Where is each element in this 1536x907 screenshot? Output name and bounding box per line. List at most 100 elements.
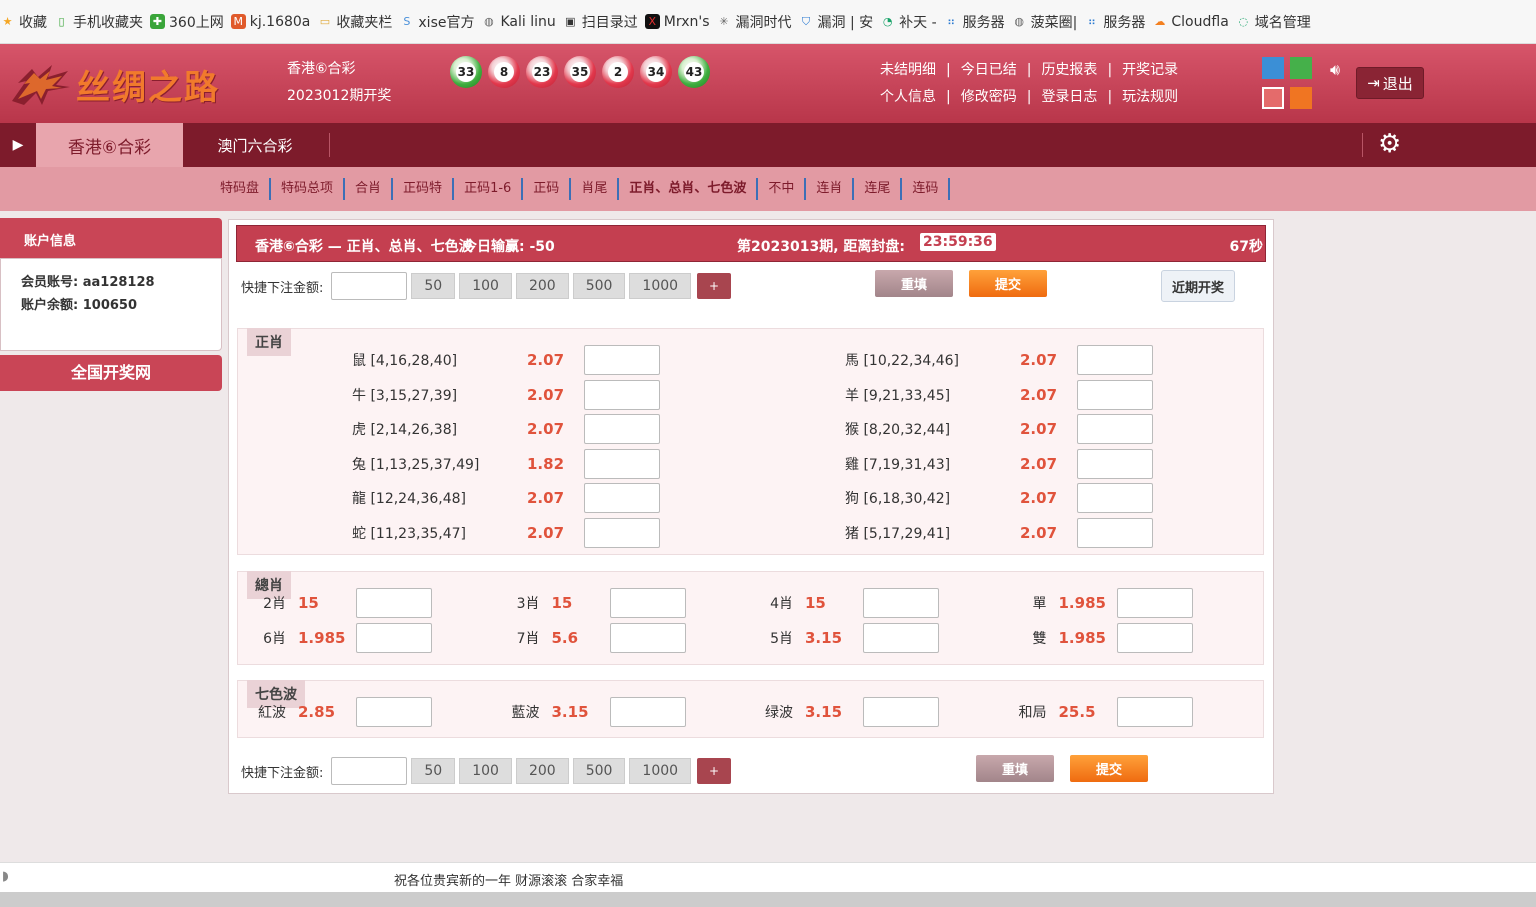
quick-bet-input[interactable]	[331, 272, 408, 300]
bet-amount-input[interactable]	[584, 448, 660, 479]
quick-bet-input[interactable]	[331, 757, 408, 785]
bet-amount-input[interactable]	[584, 483, 660, 514]
theme-swatch-blue[interactable]	[1262, 57, 1284, 79]
bet-amount-input[interactable]	[584, 379, 660, 410]
tab-macau-lottery[interactable]: 澳门六合彩	[195, 123, 315, 167]
bet-type-tab[interactable]: 肖尾	[571, 178, 620, 200]
bookmark-3[interactable]: Mkj.1680a	[230, 14, 310, 30]
bookmark-16[interactable]: ◌ 域名管理	[1236, 12, 1310, 32]
bookmark-7[interactable]: ▣ 扫目录过	[563, 12, 638, 32]
header-link[interactable]: 历史报表	[1041, 62, 1097, 78]
bet-amount-input[interactable]	[609, 623, 686, 653]
bet-type-tab[interactable]: 合肖	[345, 178, 394, 200]
bookmark-0[interactable]: ★ 收藏	[0, 12, 47, 32]
header-link[interactable]: 未结明细	[880, 62, 936, 78]
option-name: 單	[1032, 596, 1047, 612]
bet-amount-input[interactable]	[1116, 588, 1193, 618]
bookmark-2[interactable]: ✚ 360上网	[150, 12, 224, 32]
quick-amount-200[interactable]: 200	[515, 273, 569, 299]
bookmark-label: 手机收藏夹	[73, 14, 143, 31]
bet-amount-input[interactable]	[863, 697, 939, 727]
bet-amount-input[interactable]	[1077, 483, 1153, 514]
bet-amount-input[interactable]	[1077, 518, 1153, 548]
bet-amount-input[interactable]	[1116, 697, 1193, 727]
bet-amount-input[interactable]	[609, 588, 686, 618]
bookmark-13[interactable]: ◍ 菠菜圈|	[1012, 12, 1077, 32]
quick-amount-1000[interactable]: 1000	[629, 758, 692, 784]
bookmark-8[interactable]: X Mrxn's	[644, 14, 710, 30]
bet-type-tab[interactable]: 正码1-6	[454, 178, 524, 200]
bet-type-tab[interactable]: 连码	[902, 178, 951, 200]
tab-hk-lottery[interactable]: 香港⑥合彩	[36, 123, 183, 167]
header-link[interactable]: 个人信息	[880, 89, 936, 105]
option-name: 7肖	[516, 631, 540, 647]
logout-button[interactable]: ⇥ 退出	[1356, 67, 1424, 99]
add-amount-button[interactable]: +	[697, 273, 732, 299]
bet-amount-input[interactable]	[356, 623, 432, 653]
bet-amount-input[interactable]	[863, 623, 939, 653]
header-link[interactable]: 开奖记录	[1122, 62, 1178, 78]
bet-amount-input[interactable]	[584, 345, 660, 375]
bet-amount-input[interactable]	[1116, 623, 1193, 653]
theme-swatch-green[interactable]	[1290, 57, 1312, 79]
bookmark-6[interactable]: ◍ Kali linu	[481, 14, 556, 30]
bet-amount-input[interactable]	[1077, 448, 1153, 479]
quick-amount-500[interactable]: 500	[572, 758, 626, 784]
recent-results-button[interactable]: 近期开奖	[1161, 270, 1235, 302]
gear-icon[interactable]: ⚙	[1378, 129, 1401, 159]
quick-amount-1000[interactable]: 1000	[629, 273, 692, 299]
bet-amount-input[interactable]	[863, 588, 939, 618]
bookmark-14[interactable]: ⠶ 服务器	[1084, 12, 1146, 32]
quick-amount-100[interactable]: 100	[459, 758, 512, 784]
account-sidebar: 账户信息 会员账号: aa128128 账户余额: 100650 全国开奖网	[0, 218, 222, 391]
quick-amount-200[interactable]: 200	[515, 758, 569, 784]
bet-amount-input[interactable]	[584, 518, 660, 548]
bet-type-tab[interactable]: 不中	[758, 178, 807, 200]
bet-amount-input[interactable]	[1077, 345, 1153, 375]
national-results-link[interactable]: 全国开奖网	[0, 355, 222, 391]
bet-amount-input[interactable]	[584, 414, 660, 445]
bet-amount-input[interactable]	[356, 588, 432, 618]
bet-amount-input[interactable]	[609, 697, 686, 727]
sidebar-toggle-icon[interactable]: ▶	[0, 123, 36, 167]
add-amount-button[interactable]: +	[697, 758, 732, 784]
quick-amount-500[interactable]: 500	[572, 273, 626, 299]
submit-button[interactable]: 提交	[969, 270, 1047, 297]
header-link[interactable]: 登录日志	[1041, 89, 1097, 105]
submit-button[interactable]: 提交	[1070, 755, 1148, 782]
bookmark-9[interactable]: ✳ 漏洞时代	[717, 12, 791, 32]
quick-amount-100[interactable]: 100	[459, 273, 512, 299]
odds-value: 2.07	[527, 351, 565, 369]
reset-button[interactable]: 重填	[875, 270, 953, 297]
bookmark-11[interactable]: ◔ 补天 -	[880, 12, 937, 32]
speaker-icon[interactable]: 🔊︎	[1330, 60, 1340, 80]
bet-type-tab[interactable]: 正肖、总肖、七色波	[619, 178, 759, 200]
bookmark-15[interactable]: ☁ Cloudfla	[1152, 14, 1228, 30]
theme-swatch-orange[interactable]	[1290, 87, 1312, 109]
bookmark-10[interactable]: ⛉ 漏洞 | 安	[799, 12, 873, 32]
bookmark-1[interactable]: ▯ 手机收藏夹	[54, 12, 143, 32]
quick-amount-50[interactable]: 50	[411, 273, 456, 299]
theme-swatch-red[interactable]	[1262, 87, 1284, 109]
bet-type-tab[interactable]: 正码特	[393, 178, 455, 200]
refresh-countdown[interactable]: 67秒	[1230, 236, 1263, 256]
bet-type-tab[interactable]: 正码	[523, 178, 572, 200]
bookmark-5[interactable]: Sxise官方	[399, 12, 474, 32]
header-link[interactable]: 玩法规则	[1122, 89, 1178, 105]
quick-amount-50[interactable]: 50	[411, 758, 456, 784]
bet-amount-input[interactable]	[356, 697, 432, 727]
bookmark-4[interactable]: ▭ 收藏夹栏	[317, 12, 393, 32]
reset-button[interactable]: 重填	[976, 755, 1054, 782]
bet-type-tab[interactable]: 特码盘	[210, 178, 272, 200]
header-link[interactable]: 修改密码	[961, 89, 1017, 105]
bookmark-12[interactable]: ⠶ 服务器	[944, 12, 1005, 32]
bet-amount-input[interactable]	[1077, 414, 1153, 445]
odds-value: 3.15	[805, 629, 843, 647]
bet-type-tab[interactable]: 连肖	[806, 178, 855, 200]
bet-type-tab[interactable]: 连尾	[854, 178, 903, 200]
horizontal-scrollbar[interactable]	[0, 892, 1536, 907]
bet-type-tab[interactable]: 特码总项	[271, 178, 346, 200]
header-link[interactable]: 今日已结	[961, 62, 1017, 78]
site-logo[interactable]: 丝绸之路	[8, 58, 238, 110]
bet-amount-input[interactable]	[1077, 379, 1153, 410]
